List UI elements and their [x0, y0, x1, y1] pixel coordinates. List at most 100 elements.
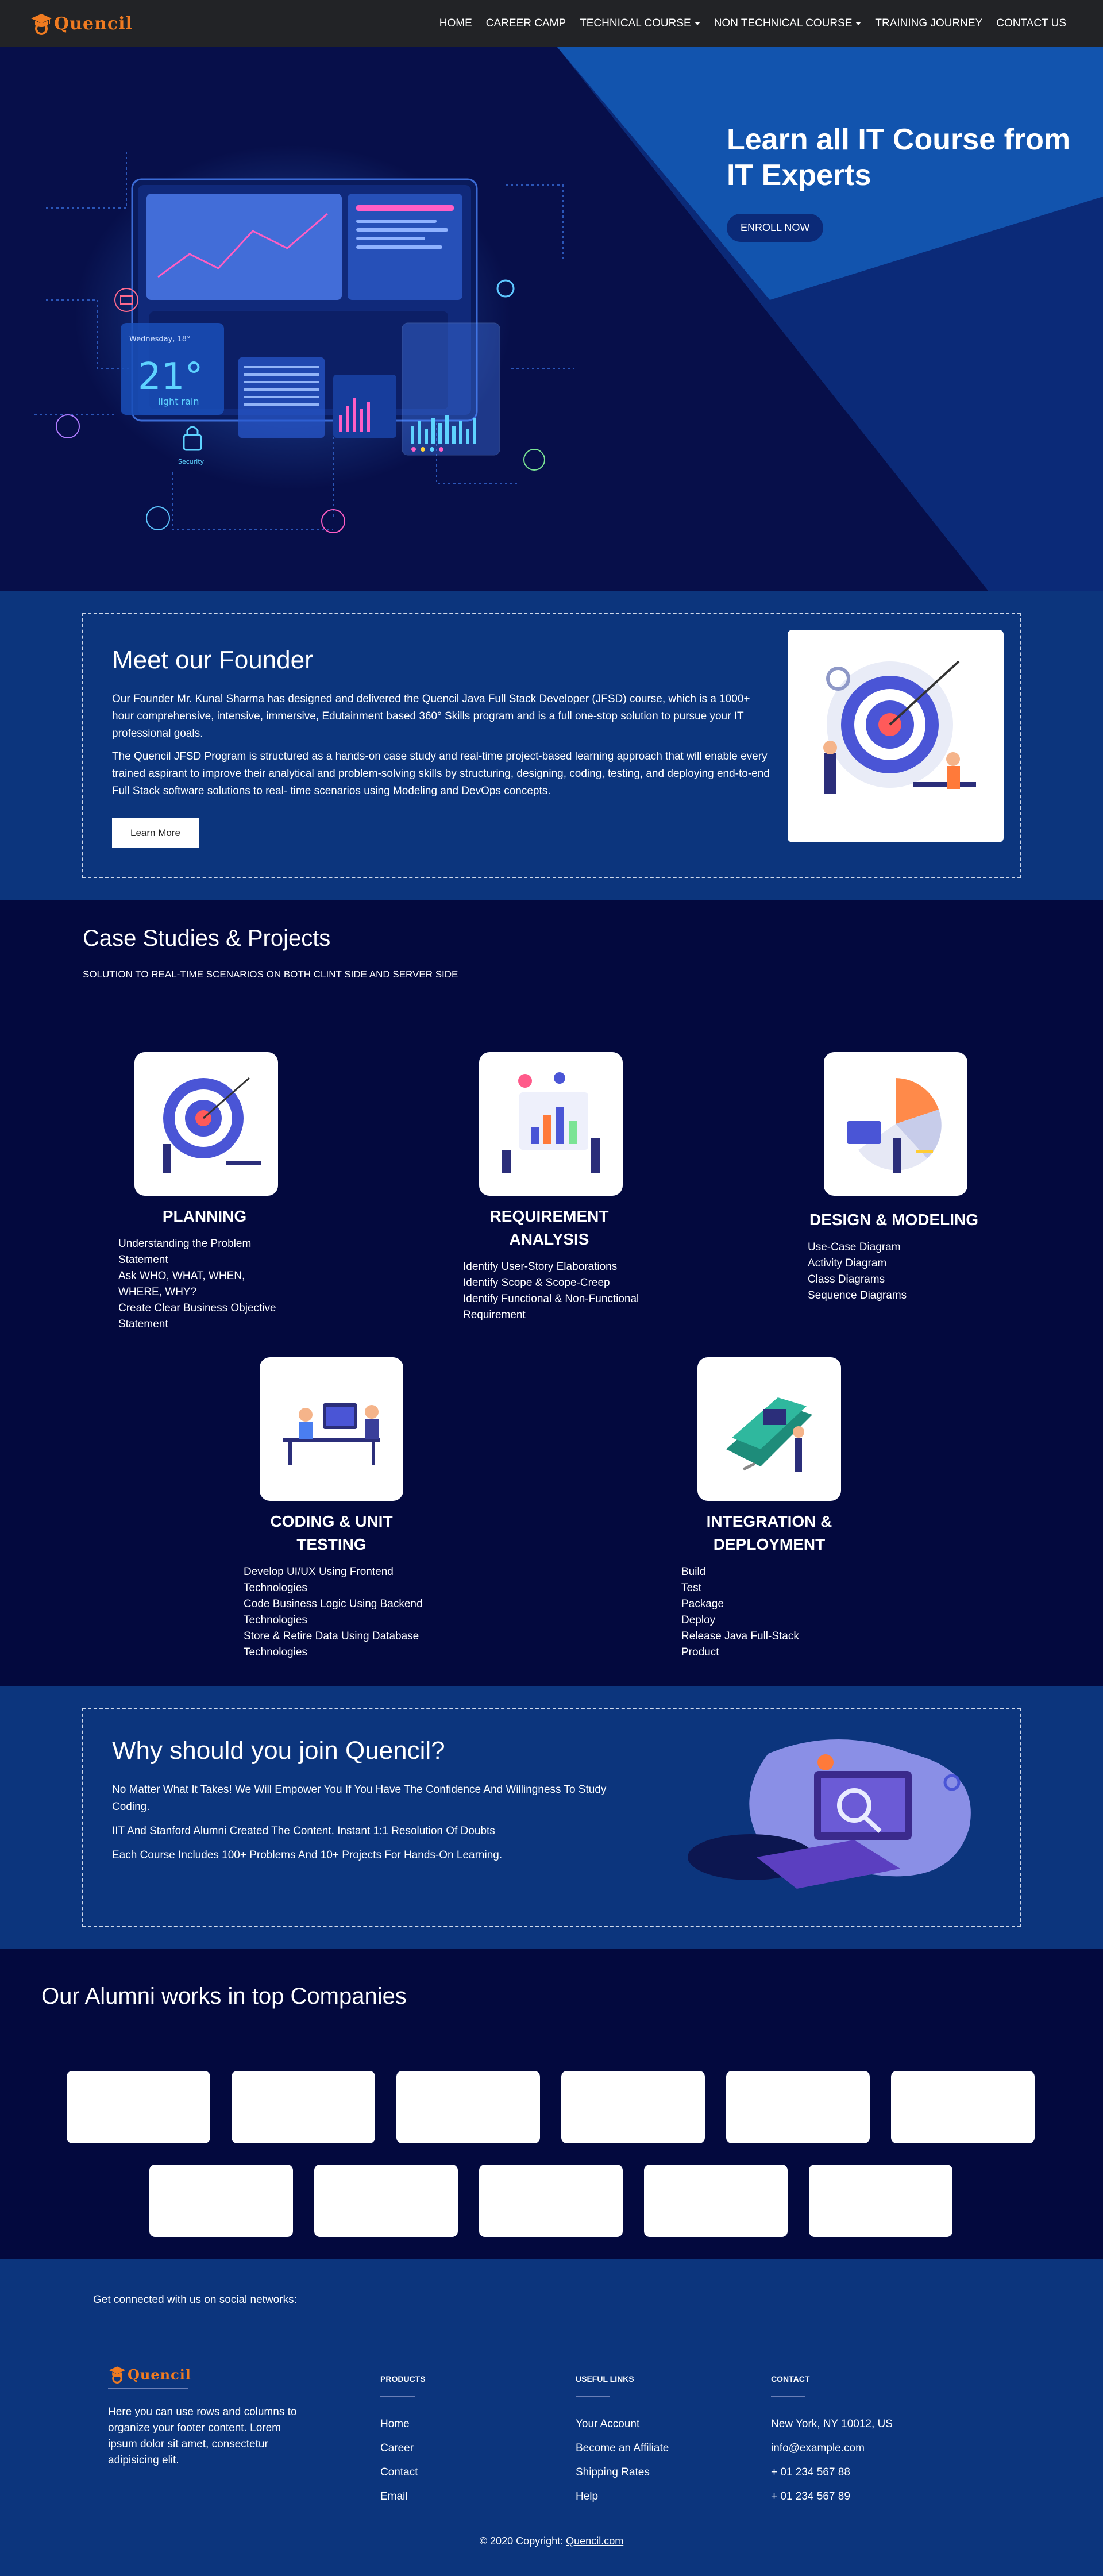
brand-name: Quencil — [54, 13, 133, 34]
target-illustration — [163, 1077, 261, 1173]
navbar: Quencil HOME CAREER CAMP TECHNICAL COURS… — [0, 0, 1103, 47]
nav-career-camp-label: CAREER CAMP — [485, 17, 566, 29]
weather-temp: 21° — [138, 356, 203, 398]
footer-brand[interactable]: Quencil — [108, 2364, 309, 2385]
case-point: Understanding the Problem Statement — [118, 1238, 252, 1266]
nav-home[interactable]: HOME — [433, 17, 479, 30]
company-logo — [479, 2165, 623, 2237]
social-text: Get connected with us on social networks… — [93, 2294, 297, 2306]
footer-products: PRODUCTS Home Career Contact Email — [380, 2374, 426, 2509]
case-point: Deploy — [681, 1614, 716, 1626]
case-point: Test — [681, 1582, 701, 1594]
weather-day: Wednesday, 18° — [129, 335, 191, 344]
case-image — [260, 1357, 403, 1501]
founder-paragraph-1: Our Founder Mr. Kunal Sharma has designe… — [112, 693, 750, 740]
analytics-illustration — [502, 1072, 600, 1173]
company-logo — [314, 2165, 458, 2237]
hero-section: Wednesday, 18° 21° light rain Security L… — [0, 47, 1103, 591]
case-point: Identify User-Story Elaborations — [463, 1261, 618, 1273]
case-title: CODING & UNIT TESTING — [270, 1512, 393, 1553]
enroll-now-button[interactable]: ENROLL NOW — [727, 213, 824, 242]
case-card-integration-deployment: INTEGRATION & DEPLOYMENT Build Test Pack… — [681, 1357, 854, 1661]
nav-non-technical-course[interactable]: NON TECHNICAL COURSE — [707, 17, 869, 30]
nav-training-journey[interactable]: TRAINING JOURNEY — [868, 17, 989, 30]
company-logo — [67, 2071, 210, 2143]
case-card-planning: PLANNING Understanding the Problem State… — [118, 1052, 291, 1333]
company-logo — [396, 2071, 540, 2143]
hero-title: Learn all IT Course from IT Experts — [727, 123, 1071, 192]
nav-technical-course[interactable]: TECHNICAL COURSE — [573, 17, 707, 30]
why-point: No Matter What It Takes! We Will Empower… — [112, 1784, 607, 1813]
divider — [108, 2388, 188, 2389]
company-logo — [726, 2071, 870, 2143]
design-illustration — [847, 1078, 942, 1173]
founder-section: Meet our Founder Our Founder Mr. Kunal S… — [0, 591, 1103, 900]
company-logo — [809, 2165, 952, 2237]
footer-link-home[interactable]: Home — [380, 2412, 426, 2436]
founder-paragraph-2: The Quencil JFSD Program is structured a… — [112, 750, 770, 797]
nav-contact-us[interactable]: CONTACT US — [989, 17, 1073, 30]
footer-link-shipping[interactable]: Shipping Rates — [576, 2461, 669, 2485]
case-card-requirement-analysis: REQUIREMENT ANALYSIS Identify User-Story… — [463, 1052, 639, 1323]
deployment-illustration — [726, 1397, 812, 1472]
footer-link-contact[interactable]: Contact — [380, 2461, 426, 2485]
footer-brand-name: Quencil — [128, 2366, 191, 2383]
caret-down-icon — [694, 21, 700, 25]
brand[interactable]: Quencil — [30, 11, 133, 36]
case-title: REQUIREMENT ANALYSIS — [489, 1207, 609, 1248]
case-image — [824, 1052, 967, 1196]
contact-address: New York, NY 10012, US — [771, 2418, 893, 2430]
caret-down-icon — [855, 21, 862, 25]
case-point: Create Clear Business Objective Statemen… — [118, 1302, 276, 1330]
target-illustration — [823, 660, 976, 794]
footer-heading: USEFUL LINKS — [576, 2374, 634, 2384]
footer-link-account[interactable]: Your Account — [576, 2412, 669, 2436]
company-logo — [232, 2071, 375, 2143]
nav-career-camp[interactable]: CAREER CAMP — [479, 17, 573, 30]
contact-phone[interactable]: + 01 234 567 89 — [771, 2485, 893, 2509]
case-card-design-modeling: DESIGN & MODELING Use-Case Diagram Activ… — [808, 1052, 980, 1304]
case-studies-section: Case Studies & Projects SOLUTION TO REAL… — [0, 900, 1103, 1686]
case-point: Build — [681, 1566, 706, 1578]
nav-home-label: HOME — [439, 17, 472, 29]
copyright-link[interactable]: Quencil.com — [566, 2535, 623, 2547]
case-points: Develop UI/UX Using Frontend Technologie… — [244, 1564, 427, 1661]
contact-phone[interactable]: + 01 234 567 88 — [771, 2461, 893, 2485]
company-row-1 — [67, 2071, 1035, 2143]
founder-box: Meet our Founder Our Founder Mr. Kunal S… — [82, 613, 1021, 878]
company-logo — [644, 2165, 788, 2237]
case-points: Understanding the Problem Statement Ask … — [118, 1236, 291, 1333]
nav-links: HOME CAREER CAMP TECHNICAL COURSE NON TE… — [433, 17, 1073, 30]
footer-useful-links: USEFUL LINKS Your Account Become an Affi… — [576, 2374, 669, 2509]
case-points: Use-Case Diagram Activity Diagram Class … — [808, 1239, 980, 1304]
graduation-cap-icon — [109, 2366, 126, 2384]
footer-link-affiliate[interactable]: Become an Affiliate — [576, 2436, 669, 2461]
founder-title: Meet our Founder — [112, 646, 313, 674]
footer-heading: PRODUCTS — [380, 2374, 426, 2384]
case-point: Code Business Logic Using Backend Techno… — [244, 1598, 423, 1626]
company-logo — [891, 2071, 1035, 2143]
security-label: Security — [178, 458, 205, 465]
footer-link-career[interactable]: Career — [380, 2436, 426, 2461]
weather-condition: light rain — [158, 396, 199, 407]
footer-link-help[interactable]: Help — [576, 2485, 669, 2509]
founder-text: Meet our Founder Our Founder Mr. Kunal S… — [112, 630, 788, 861]
footer-link-email[interactable]: Email — [380, 2485, 426, 2509]
case-point: Sequence Diagrams — [808, 1289, 907, 1302]
case-image — [479, 1052, 623, 1196]
why-section: Why should you join Quencil? No Matter W… — [0, 1686, 1103, 1949]
why-box: Why should you join Quencil? No Matter W… — [82, 1708, 1021, 1927]
case-point: Activity Diagram — [808, 1257, 887, 1269]
case-studies-title: Case Studies & Projects — [83, 926, 331, 951]
coding-illustration — [283, 1403, 380, 1465]
alumni-section: Our Alumni works in top Companies — [0, 1949, 1103, 2259]
company-row-2 — [149, 2165, 952, 2237]
computer-learning-illustration — [688, 1739, 971, 1889]
contact-email[interactable]: info@example.com — [771, 2436, 893, 2461]
laptop-illustration: Wednesday, 18° 21° light rain Security — [34, 145, 574, 533]
founder-illustration — [788, 630, 1004, 842]
learn-more-button[interactable]: Learn More — [112, 818, 199, 848]
company-logo — [149, 2165, 293, 2237]
case-card-coding-testing: CODING & UNIT TESTING Develop UI/UX Usin… — [244, 1357, 423, 1661]
copyright: © 2020 Copyright: Quencil.com — [0, 2535, 1103, 2547]
